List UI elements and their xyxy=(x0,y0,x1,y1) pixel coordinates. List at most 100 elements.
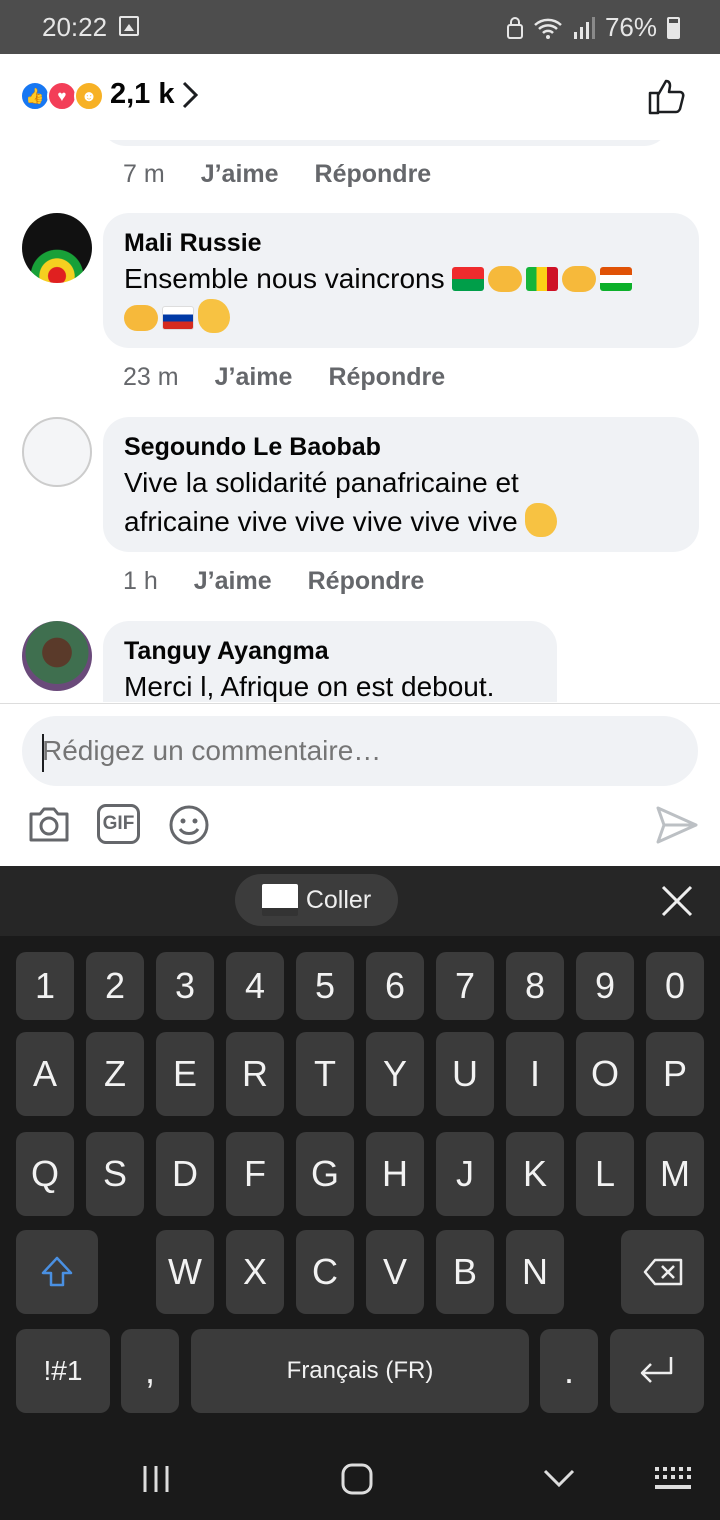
key-e[interactable]: E xyxy=(156,1032,214,1116)
flexed-biceps-icon xyxy=(198,299,230,333)
period-key[interactable]: . xyxy=(540,1329,598,1413)
comment-composer: GIF xyxy=(0,703,720,866)
reply-link[interactable]: Répondre xyxy=(328,363,445,392)
key-d[interactable]: D xyxy=(156,1132,214,1216)
key-4[interactable]: 4 xyxy=(226,952,284,1020)
comments-feed[interactable]: 7 m J’aime Répondre Mali Russie Ensemble… xyxy=(0,140,720,702)
paste-label: Coller xyxy=(305,885,372,914)
key-t[interactable]: T xyxy=(296,1032,354,1116)
shift-icon xyxy=(41,1256,73,1287)
key-f[interactable]: F xyxy=(226,1132,284,1216)
key-s[interactable]: S xyxy=(86,1132,144,1216)
key-w[interactable]: W xyxy=(156,1230,214,1314)
chevron-down-icon[interactable] xyxy=(543,1468,575,1488)
system-navigation-bar xyxy=(0,1438,720,1520)
backspace-key[interactable] xyxy=(621,1230,704,1314)
key-9[interactable]: 9 xyxy=(576,952,634,1020)
handshake-icon xyxy=(488,266,523,292)
key-j[interactable]: J xyxy=(436,1132,494,1216)
comment-bubble[interactable]: Tanguy Ayangma Merci l, Afrique on est d… xyxy=(103,621,557,702)
reaction-count[interactable]: 2,1 k xyxy=(110,78,175,111)
comment-author[interactable]: Tanguy Ayangma xyxy=(124,635,536,667)
key-n[interactable]: N xyxy=(506,1230,564,1314)
avatar[interactable] xyxy=(22,621,92,691)
key-k[interactable]: K xyxy=(506,1132,564,1216)
comment-actions: 7 m J’aime Répondre xyxy=(123,160,431,189)
comment-author[interactable]: Mali Russie xyxy=(124,227,678,259)
gif-button[interactable]: GIF xyxy=(97,804,140,844)
care-reaction-icon: ☻ xyxy=(74,81,104,111)
key-r[interactable]: R xyxy=(226,1032,284,1116)
key-m[interactable]: M xyxy=(646,1132,704,1216)
comma-key[interactable]: , xyxy=(121,1329,179,1413)
comment-text: Merci l, Afrique on est debout. xyxy=(124,671,495,702)
flag-russia-icon xyxy=(162,306,194,330)
key-8[interactable]: 8 xyxy=(506,952,564,1020)
comment-text-line: africaine vive vive vive vive vive xyxy=(124,506,518,537)
send-icon[interactable] xyxy=(655,804,699,846)
gallery-notification-icon xyxy=(119,16,139,36)
key-y[interactable]: Y xyxy=(366,1032,424,1116)
space-key[interactable]: Français (FR) xyxy=(191,1329,529,1413)
shift-key[interactable] xyxy=(16,1230,98,1314)
reaction-icons[interactable]: 👍 ♥ ☻ xyxy=(20,81,104,111)
key-1[interactable]: 1 xyxy=(16,952,74,1020)
key-p[interactable]: P xyxy=(646,1032,704,1116)
symbols-key[interactable]: !#1 xyxy=(16,1329,110,1413)
comment-bubble[interactable]: Mali Russie Ensemble nous vaincrons xyxy=(103,213,699,348)
comment-text-line: Vive la solidarité panafricaine et xyxy=(124,467,519,498)
key-g[interactable]: G xyxy=(296,1132,354,1216)
comment-bubble[interactable]: Segoundo Le Baobab Vive la solidarité pa… xyxy=(103,417,699,552)
thumbs-up-icon[interactable] xyxy=(646,76,686,116)
keyboard-icon[interactable] xyxy=(654,1466,692,1492)
enter-key[interactable] xyxy=(610,1329,704,1413)
like-link[interactable]: J’aime xyxy=(201,160,279,189)
key-o[interactable]: O xyxy=(576,1032,634,1116)
paste-button[interactable]: Coller xyxy=(235,874,398,926)
key-b[interactable]: B xyxy=(436,1230,494,1314)
comment-input[interactable] xyxy=(22,716,698,786)
comment-time: 1 h xyxy=(123,567,158,595)
key-c[interactable]: C xyxy=(296,1230,354,1314)
key-x[interactable]: X xyxy=(226,1230,284,1314)
reactions-header: 👍 ♥ ☻ 2,1 k xyxy=(0,54,720,140)
key-h[interactable]: H xyxy=(366,1132,424,1216)
flag-mali-icon xyxy=(526,267,559,291)
key-0[interactable]: 0 xyxy=(646,952,704,1020)
key-2[interactable]: 2 xyxy=(86,952,144,1020)
reply-link[interactable]: Répondre xyxy=(308,567,425,596)
avatar[interactable] xyxy=(22,417,92,487)
emoji-icon[interactable] xyxy=(168,804,210,846)
avatar[interactable] xyxy=(22,213,92,283)
home-icon[interactable] xyxy=(340,1462,374,1496)
like-link[interactable]: J’aime xyxy=(215,363,293,392)
close-icon[interactable] xyxy=(660,884,694,918)
key-6[interactable]: 6 xyxy=(366,952,424,1020)
flag-niger-icon xyxy=(600,267,633,291)
text-caret xyxy=(42,734,44,772)
status-time: 20:22 xyxy=(42,12,108,42)
keyboard-toolbar: Coller xyxy=(0,866,720,936)
love-reaction-icon: ♥ xyxy=(47,81,77,111)
battery-percent: 76% xyxy=(604,12,657,42)
flag-burkina-faso-icon xyxy=(452,267,485,291)
chevron-right-icon[interactable] xyxy=(180,80,200,110)
camera-icon[interactable] xyxy=(27,804,71,844)
key-3[interactable]: 3 xyxy=(156,952,214,1020)
reply-link[interactable]: Répondre xyxy=(315,160,432,189)
key-v[interactable]: V xyxy=(366,1230,424,1314)
keyboard: Coller 1 2 3 4 5 6 7 8 9 0 A Z E R T Y U… xyxy=(0,866,720,1520)
key-l[interactable]: L xyxy=(576,1132,634,1216)
key-u[interactable]: U xyxy=(436,1032,494,1116)
key-z[interactable]: Z xyxy=(86,1032,144,1116)
key-i[interactable]: I xyxy=(506,1032,564,1116)
key-7[interactable]: 7 xyxy=(436,952,494,1020)
wifi-icon xyxy=(534,18,562,39)
key-a[interactable]: A xyxy=(16,1032,74,1116)
key-q[interactable]: Q xyxy=(16,1132,74,1216)
signal-icon xyxy=(573,16,595,39)
comment-author[interactable]: Segoundo Le Baobab xyxy=(124,431,678,463)
recent-apps-icon[interactable] xyxy=(141,1464,171,1494)
key-5[interactable]: 5 xyxy=(296,952,354,1020)
like-link[interactable]: J’aime xyxy=(194,567,272,596)
